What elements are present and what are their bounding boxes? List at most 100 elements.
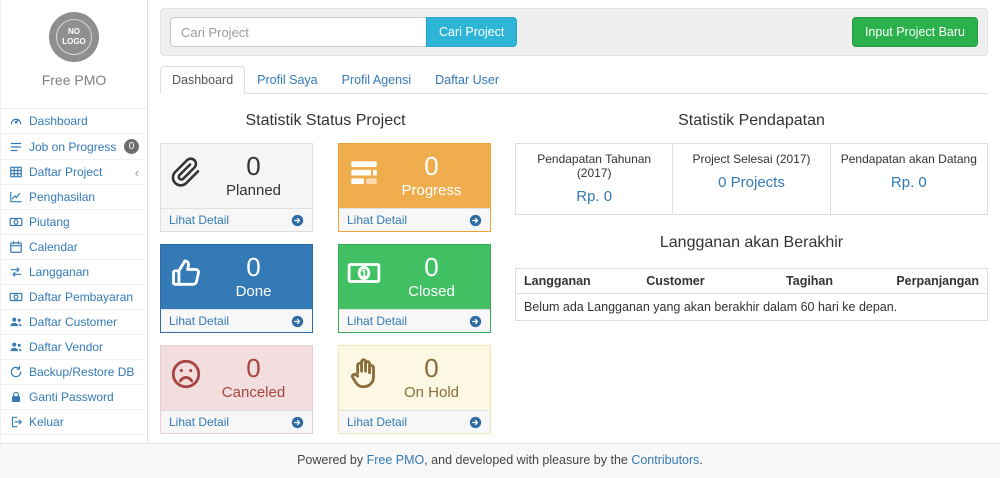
sidebar-menu: DashboardJob on Progress0Daftar Project‹… — [1, 108, 147, 435]
sidebar-item-daftar-project[interactable]: Daftar Project‹ — [1, 160, 147, 185]
main-area: Cari Project Input Project Baru Dashboar… — [148, 0, 1000, 443]
lihat-detail-link[interactable]: Lihat Detail — [339, 208, 490, 231]
stat-pendapatan-tahunan-2017: Pendapatan Tahunan (2017) Rp. 0 — [516, 144, 672, 214]
status-card-closed: 10ClosedLihat Detail — [338, 244, 491, 333]
subscription-empty-message: Belum ada Langganan yang akan berakhir d… — [516, 294, 988, 321]
status-card-canceled: 0Canceled Lihat Detail — [160, 345, 313, 434]
sidebar-item-piutang[interactable]: Piutang — [1, 210, 147, 235]
stat-value: Rp. 0 — [520, 188, 668, 205]
column-header-tagihan: Tagihan — [748, 269, 841, 294]
chart-icon — [9, 190, 23, 204]
calendar-icon — [9, 240, 23, 254]
sidebar-item-backup-restore-db[interactable]: Backup/Restore DB — [1, 360, 147, 385]
stat-project-selesai-2017: Project Selesai (2017) 0 Projects — [672, 144, 829, 214]
lihat-detail-link[interactable]: Lihat Detail — [161, 309, 312, 332]
sidebar-item-dashboard[interactable]: Dashboard — [1, 109, 147, 134]
stat-pendapatan-akan-datang: Pendapatan akan DatangRp. 0 — [830, 144, 987, 214]
search-input[interactable] — [170, 17, 426, 47]
no-logo-seal-ring: NO LOGO — [56, 19, 92, 55]
lihat-detail-link[interactable]: Lihat Detail — [339, 410, 490, 433]
subscription-section-title: Langganan akan Berakhir — [515, 234, 988, 252]
sidebar-item-ganti-password[interactable]: Ganti Password — [1, 385, 147, 410]
sidebar-item-label: Keluar — [29, 415, 64, 429]
status-label: Canceled — [203, 384, 304, 401]
sidebar-item-label: Piutang — [29, 215, 70, 229]
arrow-circle-right-icon — [469, 416, 482, 429]
new-project-button[interactable]: Input Project Baru — [852, 17, 978, 47]
status-card-done: 0DoneLihat Detail — [160, 244, 313, 333]
income-stats: Pendapatan Tahunan (2017)Rp. 0Project Se… — [515, 143, 988, 215]
status-card-progress: 0ProgressLihat Detail — [338, 143, 491, 232]
signout-icon — [9, 415, 23, 429]
status-card-on-hold: 0On HoldLihat Detail — [338, 345, 491, 434]
lihat-detail-link[interactable]: Lihat Detail — [339, 309, 490, 332]
dashboard-content: Statistik Status Project 0PlannedLihat D… — [160, 94, 988, 434]
status-count: 0 — [203, 354, 304, 383]
svg-text:1: 1 — [361, 268, 367, 280]
users-icon — [9, 315, 23, 329]
stat-label: Pendapatan akan Datang — [835, 152, 983, 166]
no-logo-text: NO LOGO — [60, 27, 88, 46]
footer-text-suffix: . — [699, 453, 702, 467]
subscription-table-header-row: LanggananCustomerTagihanPerpanjangan — [516, 269, 988, 294]
tab-profil-agensi[interactable]: Profil Agensi — [330, 66, 423, 94]
status-label: Planned — [203, 182, 304, 199]
stat-label: Pendapatan Tahunan (2017) — [520, 152, 668, 180]
sidebar-item-penghasilan[interactable]: Penghasilan — [1, 185, 147, 210]
lihat-detail-link[interactable]: Lihat Detail — [161, 208, 312, 231]
sidebar-item-daftar-vendor[interactable]: Daftar Vendor — [1, 335, 147, 360]
status-card-body: 0Progress — [339, 144, 490, 208]
sidebar: NO LOGO Free PMO DashboardJob on Progres… — [0, 0, 148, 443]
list-icon — [9, 140, 23, 154]
status-cards: 0PlannedLihat Detail0ProgressLihat Detai… — [160, 143, 491, 434]
sidebar-item-label: Backup/Restore DB — [29, 365, 134, 379]
status-card-planned: 0PlannedLihat Detail — [160, 143, 313, 232]
sidebar-item-label: Daftar Vendor — [29, 340, 103, 354]
no-logo-seal: NO LOGO — [49, 12, 99, 62]
tab-profil-saya[interactable]: Profil Saya — [245, 66, 329, 94]
sidebar-item-label: Daftar Customer — [29, 315, 117, 329]
stat-label: Project Selesai (2017) — [677, 152, 825, 166]
sidebar-item-calendar[interactable]: Calendar — [1, 235, 147, 260]
thumbsup-icon — [169, 256, 203, 290]
footer-link-contributors[interactable]: Contributors — [631, 453, 699, 467]
column-header-langganan: Langganan — [516, 269, 639, 294]
arrow-circle-right-icon — [291, 416, 304, 429]
sidebar-item-label: Penghasilan — [29, 190, 95, 204]
status-label: Closed — [381, 283, 482, 300]
column-header-perpanjangan: Perpanjangan — [841, 269, 987, 294]
sidebar-item-langganan[interactable]: Langganan — [1, 260, 147, 285]
sidebar-item-daftar-customer[interactable]: Daftar Customer — [1, 310, 147, 335]
income-section-title: Statistik Pendapatan — [515, 112, 988, 130]
topbar: Cari Project Input Project Baru — [160, 8, 988, 56]
tab-daftar-user[interactable]: Daftar User — [423, 66, 511, 94]
lock-icon — [9, 390, 23, 404]
sidebar-item-label: Daftar Project — [29, 165, 102, 179]
column-header-customer: Customer — [638, 269, 748, 294]
sidebar-item-daftar-pembayaran[interactable]: Daftar Pembayaran — [1, 285, 147, 310]
lihat-detail-link[interactable]: Lihat Detail — [161, 410, 312, 433]
status-count: 0 — [381, 354, 482, 383]
paperclip-icon — [169, 155, 203, 189]
brand-block: NO LOGO Free PMO — [1, 0, 147, 98]
dashboard-icon — [9, 114, 23, 128]
stat-value: 0 Projects — [677, 174, 825, 191]
status-count: 0 — [203, 253, 304, 282]
sidebar-item-job-on-progress[interactable]: Job on Progress0 — [1, 134, 147, 160]
arrow-circle-right-icon — [469, 315, 482, 328]
table-icon — [9, 165, 23, 179]
status-column: Statistik Status Project 0PlannedLihat D… — [160, 108, 491, 434]
money-icon — [9, 215, 23, 229]
sidebar-item-label: Calendar — [29, 240, 78, 254]
sidebar-item-label: Job on Progress — [29, 140, 116, 154]
users-icon — [9, 340, 23, 354]
sidebar-item-keluar[interactable]: Keluar — [1, 410, 147, 435]
tab-dashboard[interactable]: Dashboard — [160, 66, 245, 94]
status-card-body: 0On Hold — [339, 346, 490, 410]
exchange-icon — [9, 265, 23, 279]
hand-icon — [347, 357, 381, 391]
footer-link-free-pmo[interactable]: Free PMO — [367, 453, 425, 467]
status-card-body: 0Done — [161, 245, 312, 309]
search-button[interactable]: Cari Project — [426, 17, 517, 47]
subscription-empty-row: Belum ada Langganan yang akan berakhir d… — [516, 294, 988, 321]
